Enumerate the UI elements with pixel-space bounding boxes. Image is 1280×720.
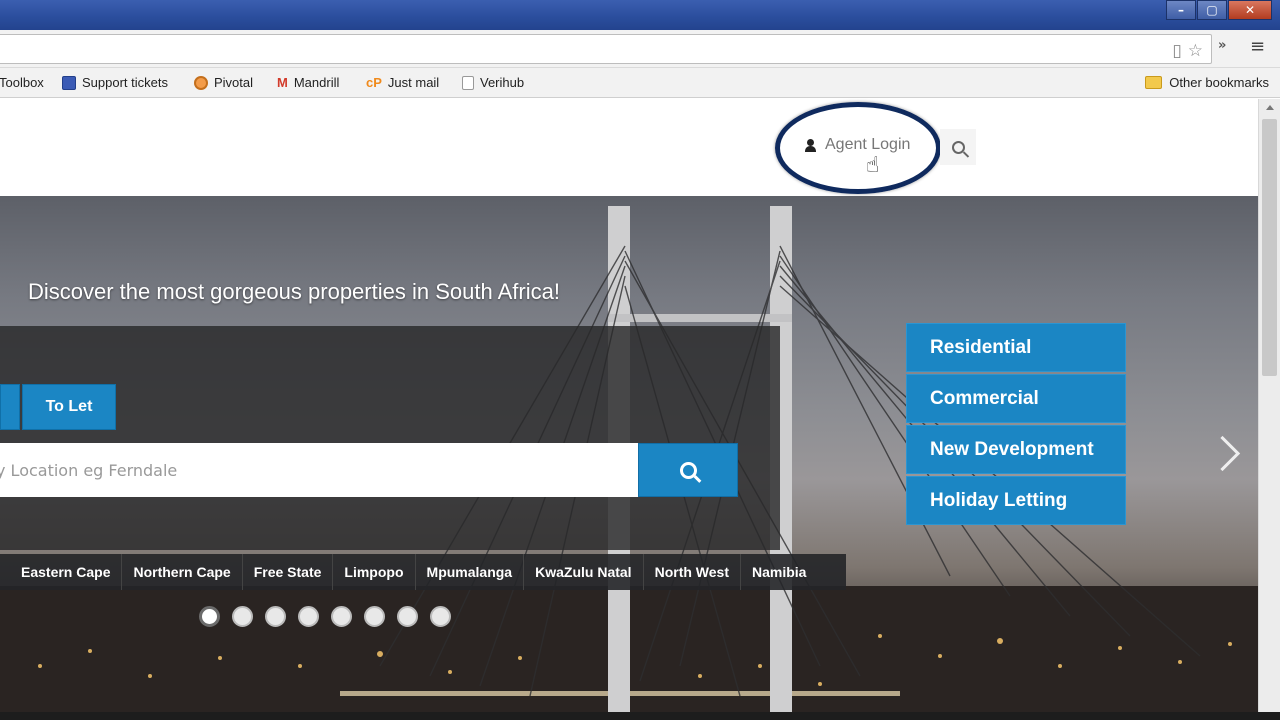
- slider-dot[interactable]: [232, 606, 253, 627]
- window-titlebar: – ▢ ✕: [0, 0, 1280, 30]
- extensions-overflow-icon[interactable]: »: [1218, 38, 1226, 53]
- scroll-thumb[interactable]: [1262, 119, 1277, 376]
- province-link[interactable]: KwaZulu Natal: [524, 554, 644, 590]
- omnibox-icons: ▯ ☆: [1172, 41, 1203, 61]
- reader-mode-icon[interactable]: ▯: [1172, 41, 1181, 61]
- scroll-up-icon[interactable]: [1266, 105, 1274, 110]
- bookmark-label: Pivotal: [214, 75, 254, 90]
- location-placeholder: y Location eg Ferndale: [0, 460, 178, 480]
- slider-dot[interactable]: [364, 606, 385, 627]
- category-new-development[interactable]: New Development: [906, 425, 1126, 474]
- category-residential[interactable]: Residential: [906, 323, 1126, 372]
- bookmark-just-mail[interactable]: cP Just mail: [366, 75, 439, 90]
- hand-cursor-icon: ☝: [866, 153, 880, 178]
- bookmark-toolbox[interactable]: Toolbox: [0, 75, 44, 90]
- slider-dot[interactable]: [199, 606, 220, 627]
- hero-title: Discover the most gorgeous properties in…: [28, 279, 560, 304]
- other-bookmarks-label: Other bookmarks: [1169, 75, 1269, 90]
- agent-login-link[interactable]: Agent Login: [804, 136, 910, 154]
- window-controls: – ▢ ✕: [1165, 0, 1272, 20]
- bookmark-pivotal[interactable]: Pivotal: [194, 75, 253, 90]
- bookmark-support-tickets[interactable]: Support tickets: [62, 75, 168, 90]
- province-link[interactable]: Northern Cape: [122, 554, 243, 590]
- bookmark-verihub[interactable]: Verihub: [462, 75, 524, 90]
- slider-dots: [199, 606, 451, 627]
- slider-dot[interactable]: [331, 606, 352, 627]
- category-holiday-letting[interactable]: Holiday Letting: [906, 476, 1126, 525]
- bookmark-label: Toolbox: [0, 75, 44, 90]
- search-panel: [0, 326, 780, 550]
- slider-dot[interactable]: [298, 606, 319, 627]
- gmail-icon: M: [277, 75, 288, 90]
- slider-dot[interactable]: [397, 606, 418, 627]
- search-icon: [679, 461, 697, 479]
- province-link[interactable]: Limpopo: [333, 554, 416, 590]
- page-icon: [462, 75, 474, 90]
- bookmark-label: Mandrill: [293, 75, 340, 90]
- user-icon: [804, 138, 817, 152]
- province-link[interactable]: Eastern Cape: [10, 554, 123, 590]
- ticket-icon: [62, 75, 76, 90]
- address-bar[interactable]: ▯ ☆: [0, 34, 1212, 64]
- pivotal-icon: [194, 75, 208, 90]
- province-link[interactable]: Mpumalanga: [416, 554, 525, 590]
- other-bookmarks[interactable]: Other bookmarks: [1145, 75, 1269, 90]
- bookmark-label: Verihub: [480, 75, 525, 90]
- window-bottom-edge: [0, 712, 1280, 720]
- province-link[interactable]: Free State: [243, 554, 334, 590]
- folder-icon: [1145, 76, 1163, 89]
- slider-dot[interactable]: [265, 606, 286, 627]
- slider-dot[interactable]: [430, 606, 451, 627]
- close-button[interactable]: ✕: [1228, 0, 1272, 20]
- header-search-button[interactable]: [940, 129, 976, 165]
- agent-login-label: Agent Login: [825, 136, 911, 153]
- province-link[interactable]: Namibia: [741, 554, 817, 590]
- bookmarks-bar: Toolbox Support tickets Pivotal M Mandri…: [0, 68, 1280, 98]
- province-bar: Eastern Cape Northern Cape Free State Li…: [0, 554, 846, 590]
- location-search-input[interactable]: y Location eg Ferndale: [0, 443, 638, 497]
- browser-toolbar: ▯ ☆ » ≡: [0, 30, 1280, 68]
- tab-to-let[interactable]: To Let: [22, 384, 116, 430]
- category-commercial[interactable]: Commercial: [906, 374, 1126, 423]
- cpanel-icon: cP: [366, 75, 382, 90]
- tab-to-buy[interactable]: [0, 384, 20, 430]
- page-scrollbar[interactable]: [1258, 99, 1280, 712]
- hero-banner: Discover the most gorgeous properties in…: [0, 196, 1258, 712]
- site-header: Agent Login ☝: [0, 99, 1258, 196]
- maximize-button[interactable]: ▢: [1197, 0, 1227, 20]
- slider-next-arrow-icon[interactable]: [1208, 434, 1234, 474]
- bookmark-label: Just mail: [387, 75, 440, 90]
- search-submit-button[interactable]: [638, 443, 738, 497]
- minimize-button[interactable]: –: [1166, 0, 1196, 20]
- search-icon: [951, 140, 965, 154]
- property-category-menu: Residential Commercial New Development H…: [906, 323, 1126, 527]
- province-link[interactable]: North West: [644, 554, 741, 590]
- bookmark-label: Support tickets: [82, 75, 168, 90]
- star-icon[interactable]: ☆: [1188, 41, 1203, 61]
- bookmark-mandrill[interactable]: M Mandrill: [277, 75, 339, 90]
- menu-icon[interactable]: ≡: [1250, 36, 1265, 57]
